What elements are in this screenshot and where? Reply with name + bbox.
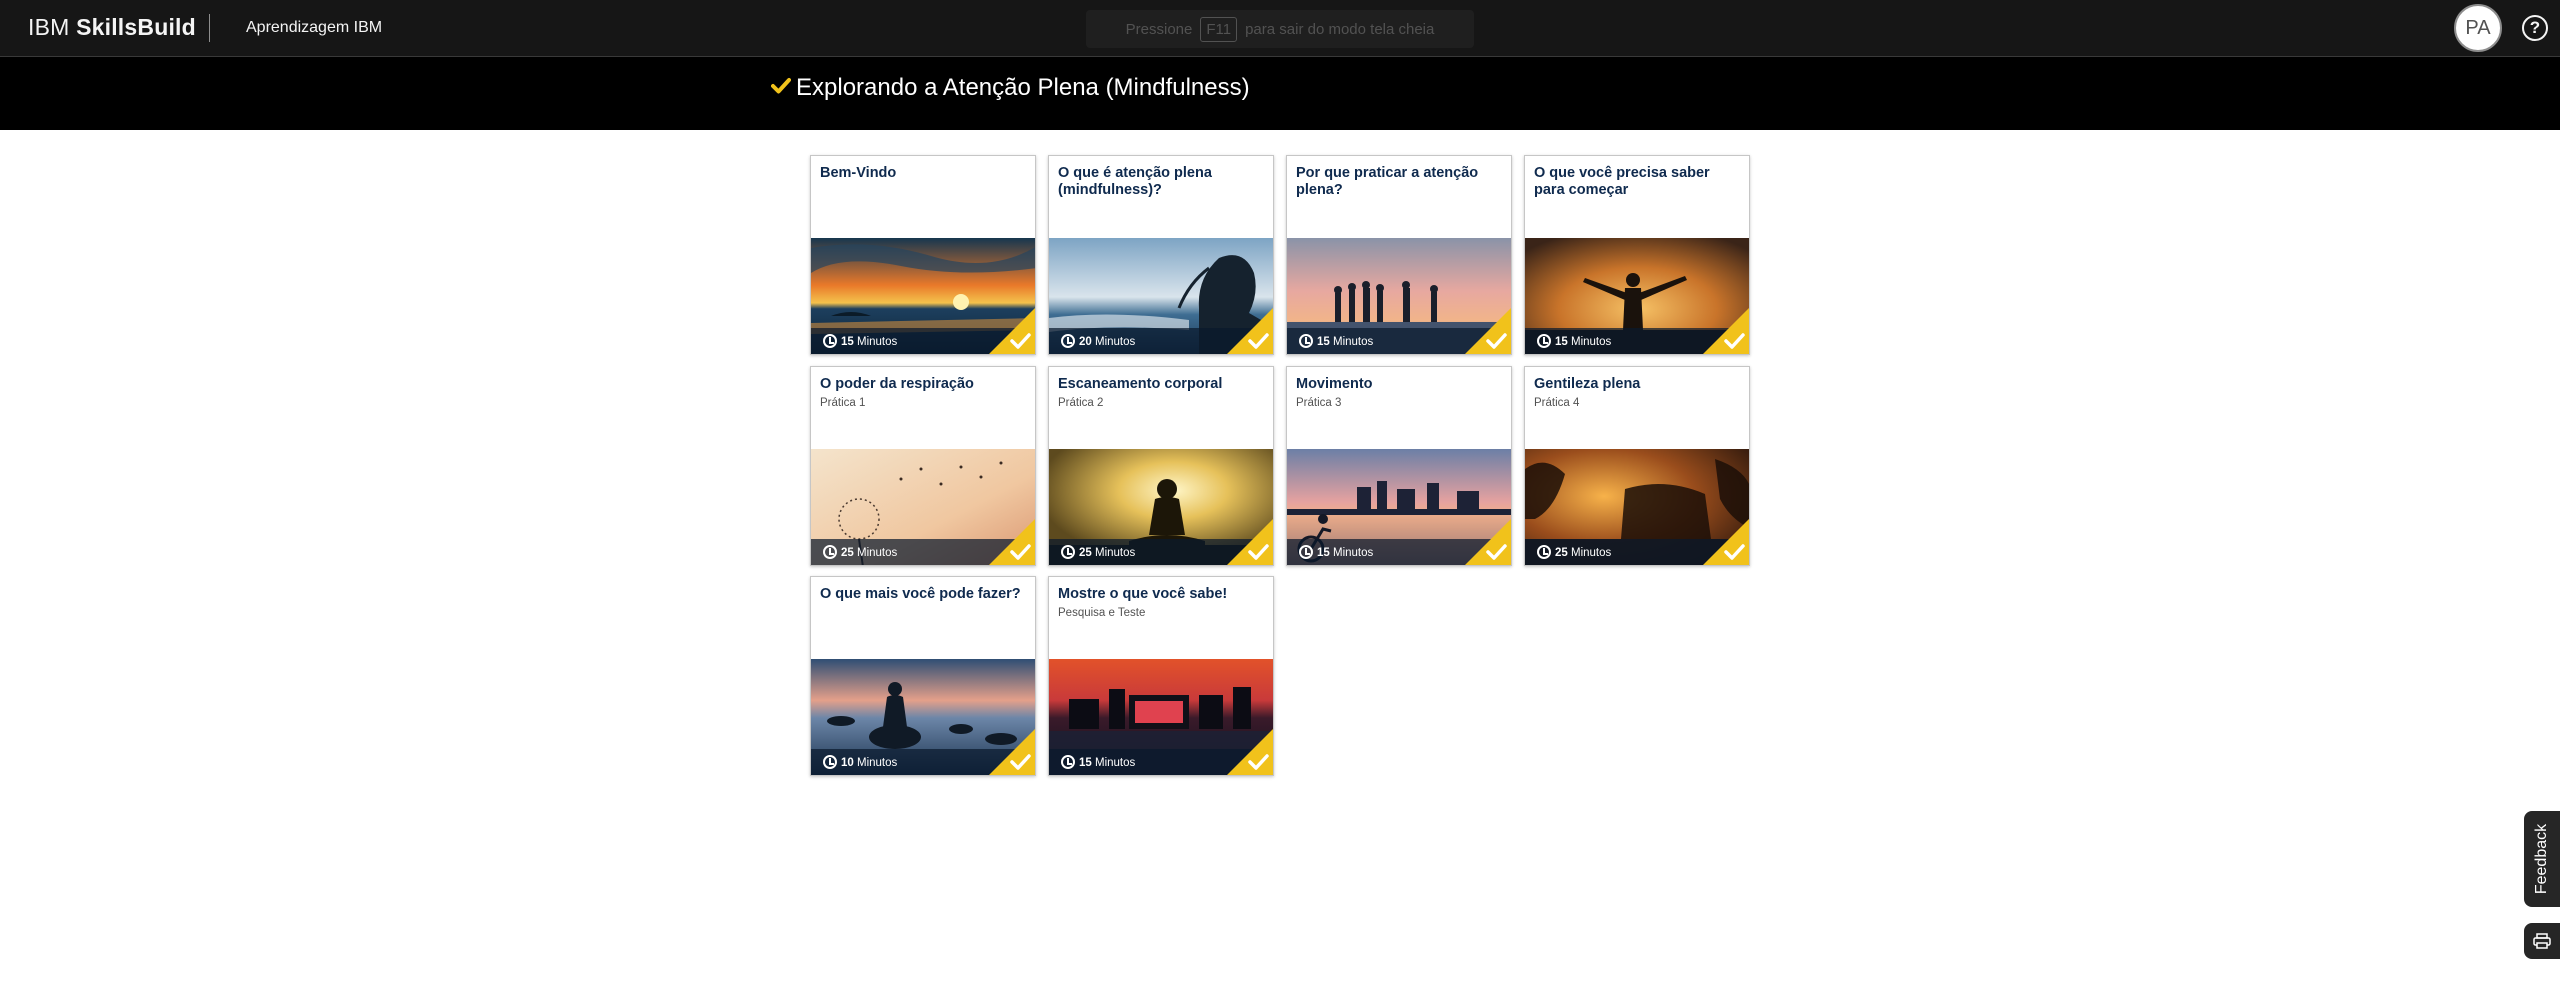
- duration-label: 15 Minutos: [841, 336, 898, 348]
- module-card[interactable]: O poder da respiração Prática 1 25 Minut…: [810, 366, 1036, 566]
- module-card[interactable]: Mostre o que você sabe! Pesquisa e Teste…: [1048, 576, 1274, 776]
- card-title: Mostre o que você sabe!: [1058, 586, 1228, 602]
- clock-icon: [1061, 334, 1075, 348]
- course-header: [0, 57, 2560, 130]
- module-card[interactable]: O que você precisa saber para começar 15…: [1524, 155, 1750, 355]
- card-subtitle: Prática 4: [1534, 397, 1580, 409]
- duration-label: 25 Minutos: [841, 547, 898, 559]
- checkmark-icon: [771, 78, 791, 94]
- fullscreen-hint-key: F11: [1200, 16, 1238, 42]
- module-card[interactable]: Por que praticar a atenção plena? 15 Min…: [1286, 155, 1512, 355]
- completed-check-icon: [989, 729, 1035, 775]
- completed-check-icon: [1465, 519, 1511, 565]
- card-title: Movimento: [1296, 376, 1373, 392]
- completed-check-icon: [989, 519, 1035, 565]
- duration-label: 25 Minutos: [1079, 547, 1136, 559]
- fullscreen-hint-after: para sair do modo tela cheia: [1245, 20, 1435, 38]
- module-card[interactable]: O que mais você pode fazer? 10 Minutos: [810, 576, 1036, 776]
- card-title: Bem-Vindo: [820, 165, 897, 181]
- card-title: O que é atenção plena (mindfulness)?: [1058, 165, 1212, 198]
- module-card[interactable]: Bem-Vindo 15 Minutos: [810, 155, 1036, 355]
- course-title: Explorando a Atenção Plena (Mindfulness): [796, 74, 1250, 101]
- clock-icon: [1537, 545, 1551, 559]
- duration-label: 15 Minutos: [1317, 336, 1374, 348]
- completed-check-icon: [1703, 308, 1749, 354]
- card-subtitle: Pesquisa e Teste: [1058, 607, 1146, 619]
- print-button[interactable]: [2524, 923, 2560, 959]
- card-title: O que mais você pode fazer?: [820, 586, 1021, 602]
- user-avatar[interactable]: PA: [2454, 4, 2502, 52]
- module-card[interactable]: Gentileza plena Prática 4 25 Minutos: [1524, 366, 1750, 566]
- help-icon[interactable]: ?: [2522, 15, 2548, 41]
- card-subtitle: Prática 1: [820, 397, 866, 409]
- duration-label: 10 Minutos: [841, 757, 898, 769]
- module-card[interactable]: Escaneamento corporal Prática 2 25 Minut…: [1048, 366, 1274, 566]
- card-title: Escaneamento corporal: [1058, 376, 1223, 392]
- print-icon: [2533, 933, 2551, 949]
- top-navigation-bar: IBM SkillsBuild Aprendizagem IBM Pressio…: [0, 0, 2560, 57]
- clock-icon: [823, 334, 837, 348]
- card-title: O poder da respiração: [820, 376, 974, 392]
- brand-logo[interactable]: IBM SkillsBuild: [28, 14, 196, 41]
- fullscreen-hint: Pressione F11 para sair do modo tela che…: [1086, 10, 1474, 48]
- card-title: O que você precisa saber para começar: [1534, 165, 1710, 198]
- completed-check-icon: [989, 308, 1035, 354]
- nav-link-aprendizagem[interactable]: Aprendizagem IBM: [246, 19, 382, 37]
- clock-icon: [1061, 755, 1075, 769]
- feedback-button[interactable]: Feedback: [2524, 811, 2560, 907]
- brand-divider: [209, 14, 210, 42]
- clock-icon: [1537, 334, 1551, 348]
- completed-check-icon: [1465, 308, 1511, 354]
- card-subtitle: Prática 2: [1058, 397, 1104, 409]
- completed-check-icon: [1227, 519, 1273, 565]
- feedback-label: Feedback: [2533, 823, 2551, 895]
- completed-check-icon: [1227, 729, 1273, 775]
- clock-icon: [823, 545, 837, 559]
- card-title: Por que praticar a atenção plena?: [1296, 165, 1479, 198]
- duration-label: 15 Minutos: [1555, 336, 1612, 348]
- clock-icon: [1299, 334, 1313, 348]
- module-card[interactable]: O que é atenção plena (mindfulness)? 20 …: [1048, 155, 1274, 355]
- fullscreen-hint-before: Pressione: [1125, 20, 1193, 38]
- duration-label: 15 Minutos: [1317, 547, 1374, 559]
- completed-check-icon: [1227, 308, 1273, 354]
- duration-label: 20 Minutos: [1079, 336, 1136, 348]
- clock-icon: [823, 755, 837, 769]
- card-title: Gentileza plena: [1534, 376, 1641, 392]
- clock-icon: [1061, 545, 1075, 559]
- completed-check-icon: [1703, 519, 1749, 565]
- card-subtitle: Prática 3: [1296, 397, 1342, 409]
- duration-label: 25 Minutos: [1555, 547, 1612, 559]
- module-card[interactable]: Movimento Prática 3 15 Minutos: [1286, 366, 1512, 566]
- brand-skillsbuild: SkillsBuild: [76, 14, 196, 40]
- brand-ibm: IBM: [28, 14, 70, 40]
- duration-label: 15 Minutos: [1079, 757, 1136, 769]
- clock-icon: [1299, 545, 1313, 559]
